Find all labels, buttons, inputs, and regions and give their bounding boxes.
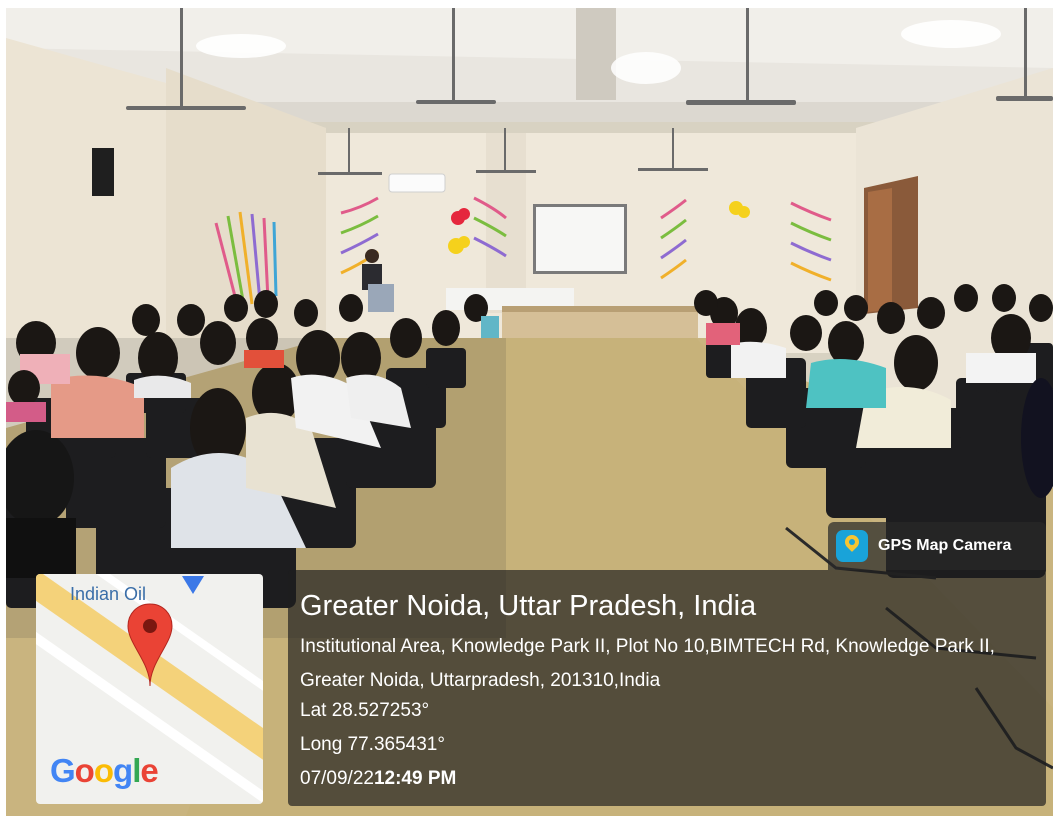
map-poi-pin-icon <box>182 576 204 594</box>
map-thumbnail: Indian Oil Google <box>36 574 263 804</box>
location-address: Institutional Area, Knowledge Park II, P… <box>300 636 995 691</box>
longitude: Long 77.365431° <box>300 734 445 755</box>
latitude: Lat 28.527253° <box>300 700 430 721</box>
gps-map-camera-badge: GPS Map Camera <box>828 522 1046 570</box>
capture-time: 12:49 PM <box>373 768 457 789</box>
timestamp: 07/09/2212:49 PM <box>300 768 456 790</box>
map-marker-icon <box>127 603 173 687</box>
location-info-panel: Greater Noida, Uttar Pradesh, India Inst… <box>288 570 1046 806</box>
capture-date: 07/09/22 <box>300 768 374 789</box>
gps-badge-label: GPS Map Camera <box>878 537 1012 554</box>
gps-map-camera-icon <box>836 530 868 562</box>
classroom-photo: GPS Map Camera Greater Noida, Uttar Prad… <box>6 8 1053 816</box>
location-city: Greater Noida, Uttar Pradesh, India <box>300 590 757 622</box>
google-logo: Google <box>50 752 159 789</box>
